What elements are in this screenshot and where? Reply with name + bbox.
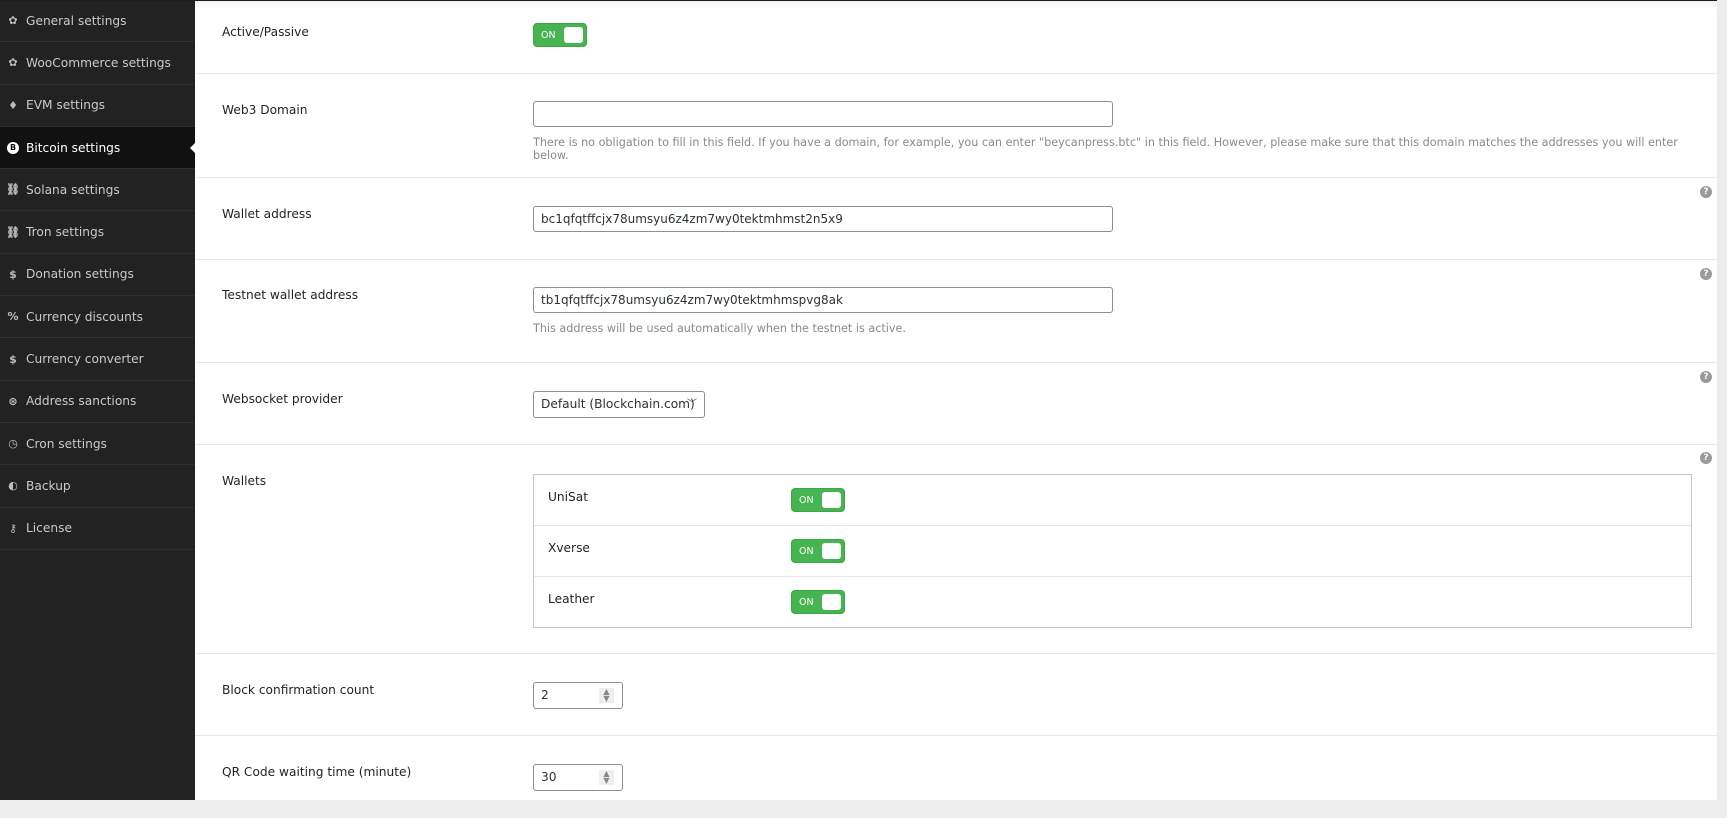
web3-domain-label: Web3 Domain — [222, 103, 308, 117]
sidebar-item-cron-settings[interactable]: ◷ Cron settings — [0, 423, 195, 466]
row-wallet-address: ? Wallet address — [195, 178, 1717, 260]
sidebar-item-label: Currency discounts — [26, 309, 143, 324]
sidebar-item-label: WooCommerce settings — [26, 55, 171, 70]
wallet-name: Xverse — [548, 541, 590, 555]
sidebar-item-address-sanctions[interactable]: ⊛ Address sanctions — [0, 381, 195, 423]
wallet-row: UniSat ON — [534, 475, 1691, 526]
wallet-row: Xverse ON — [534, 526, 1691, 577]
testnet-wallet-address-description: This address will be used automatically … — [533, 322, 906, 335]
number-value: 2 — [541, 688, 549, 702]
wallet-toggle-xverse[interactable]: ON — [791, 539, 845, 563]
sidebar-item-label: Tron settings — [26, 225, 105, 240]
settings-panel: Active/Passive ON Web3 Domain There is n… — [195, 0, 1717, 800]
qr-code-waiting-time-input[interactable]: 30 ▲ ▼ — [533, 764, 623, 791]
websocket-provider-label: Websocket provider — [222, 392, 343, 406]
sidebar-item-currency-discounts[interactable]: % Currency discounts — [0, 296, 195, 339]
toggle-knob — [564, 27, 583, 43]
row-active-passive: Active/Passive ON — [195, 0, 1717, 74]
help-icon[interactable]: ? — [1700, 371, 1712, 383]
wallets-label: Wallets — [222, 474, 267, 488]
sidebar-item-currency-converter[interactable]: $ Currency converter — [0, 338, 195, 381]
percent-icon: % — [7, 310, 19, 324]
fingerprint-icon: ⊛ — [8, 394, 18, 408]
sidebar-item-donation-settings[interactable]: $ Donation settings — [0, 254, 195, 297]
sidebar-item-label: License — [26, 521, 72, 536]
toggle-state: ON — [541, 30, 556, 41]
help-icon[interactable]: ? — [1700, 268, 1712, 280]
sidebar-item-general-settings[interactable]: ✿ General settings — [0, 0, 195, 43]
row-wallets: ? Wallets UniSat ON Xverse ON Leather ON — [195, 445, 1717, 654]
sidebar-item-label: Donation settings — [26, 267, 134, 282]
toggle-knob — [822, 594, 841, 610]
sidebar-item-label: Bitcoin settings — [26, 140, 121, 155]
key-icon: ⚷ — [8, 521, 18, 535]
block-confirmation-count-label: Block confirmation count — [222, 683, 375, 697]
web3-domain-input[interactable] — [533, 101, 1113, 127]
wallet-toggle-leather[interactable]: ON — [791, 590, 845, 614]
donation-icon: $ — [9, 267, 17, 281]
network-icon: ⛓ — [6, 183, 20, 197]
gear-icon: ✿ — [8, 56, 18, 70]
settings-sidebar: ✿ General settings ✿ WooCommerce settings ♦ E… — [0, 0, 195, 800]
sidebar-item-label: Solana settings — [26, 182, 120, 197]
sidebar-item-label: Backup — [26, 478, 71, 493]
toggle-knob — [822, 492, 841, 508]
sidebar-item-evm-settings[interactable]: ♦ EVM settings — [0, 85, 195, 127]
sidebar-item-label: Address sanctions — [26, 394, 137, 409]
spinner-arrows-icon[interactable]: ▲ ▼ — [599, 688, 614, 703]
bitcoin-icon: B — [7, 141, 19, 154]
toggle-state: ON — [799, 597, 814, 608]
toggle-state: ON — [799, 546, 814, 557]
wallet-name: UniSat — [548, 490, 589, 504]
row-web3-domain: Web3 Domain There is no obligation to fi… — [195, 74, 1717, 178]
wallet-address-label: Wallet address — [222, 207, 312, 221]
wallets-table: UniSat ON Xverse ON Leather ON — [533, 474, 1692, 628]
block-confirmation-count-input[interactable]: 2 ▲ ▼ — [533, 682, 623, 709]
sidebar-item-label: Currency converter — [26, 352, 144, 367]
web3-domain-description: There is no obligation to fill in this f… — [533, 136, 1678, 162]
wallet-name: Leather — [548, 592, 595, 606]
number-value: 30 — [541, 770, 557, 784]
wallet-toggle-unisat[interactable]: ON — [791, 488, 845, 512]
row-testnet-wallet-address: ? Testnet wallet address This address wi… — [195, 260, 1717, 363]
row-websocket-provider: ? Websocket provider Default (Blockchain… — [195, 363, 1717, 445]
help-icon[interactable]: ? — [1700, 186, 1712, 198]
sidebar-item-label: General settings — [26, 13, 127, 28]
ethereum-icon: ♦ — [8, 98, 18, 112]
testnet-wallet-address-input[interactable] — [533, 287, 1113, 313]
sidebar-item-label: EVM settings — [26, 98, 106, 113]
toggle-knob — [822, 543, 841, 559]
sidebar-item-tron-settings[interactable]: ⛓ Tron settings — [0, 211, 195, 254]
sidebar-item-bitcoin-settings[interactable]: B Bitcoin settings — [0, 126, 195, 170]
wallet-row: Leather ON — [534, 577, 1691, 628]
sidebar-item-label: Cron settings — [26, 436, 107, 451]
qr-code-waiting-time-label: QR Code waiting time (minute) — [222, 765, 412, 779]
toggle-state: ON — [799, 495, 814, 506]
chevron-down-icon: ﹀ — [687, 399, 697, 410]
clock-icon: ◷ — [8, 437, 18, 451]
sidebar-item-solana-settings[interactable]: ⛓ Solana settings — [0, 169, 195, 212]
help-icon[interactable]: ? — [1700, 452, 1712, 464]
shield-icon: ◐ — [8, 479, 18, 493]
websocket-provider-select[interactable]: Default (Blockchain.com) ﹀ — [533, 391, 705, 418]
wallet-address-input[interactable] — [533, 206, 1113, 232]
sidebar-item-backup[interactable]: ◐ Backup — [0, 465, 195, 508]
sidebar-item-license[interactable]: ⚷ License — [0, 508, 195, 550]
active-passive-label: Active/Passive — [222, 25, 309, 39]
websocket-provider-selected: Default (Blockchain.com) — [541, 397, 695, 411]
spinner-arrows-icon[interactable]: ▲ ▼ — [599, 770, 614, 785]
network-icon: ⛓ — [6, 225, 20, 239]
gear-icon: ✿ — [8, 14, 18, 28]
dollar-icon: $ — [9, 352, 17, 366]
top-border — [0, 0, 1717, 1]
testnet-wallet-address-label: Testnet wallet address — [222, 288, 359, 302]
row-qr-code-waiting-time: QR Code waiting time (minute) 30 ▲ ▼ — [195, 736, 1717, 818]
active-passive-toggle[interactable]: ON — [533, 23, 587, 47]
row-block-confirmation-count: Block confirmation count 2 ▲ ▼ — [195, 654, 1717, 736]
sidebar-item-woocommerce-settings[interactable]: ✿ WooCommerce settings — [0, 42, 195, 85]
